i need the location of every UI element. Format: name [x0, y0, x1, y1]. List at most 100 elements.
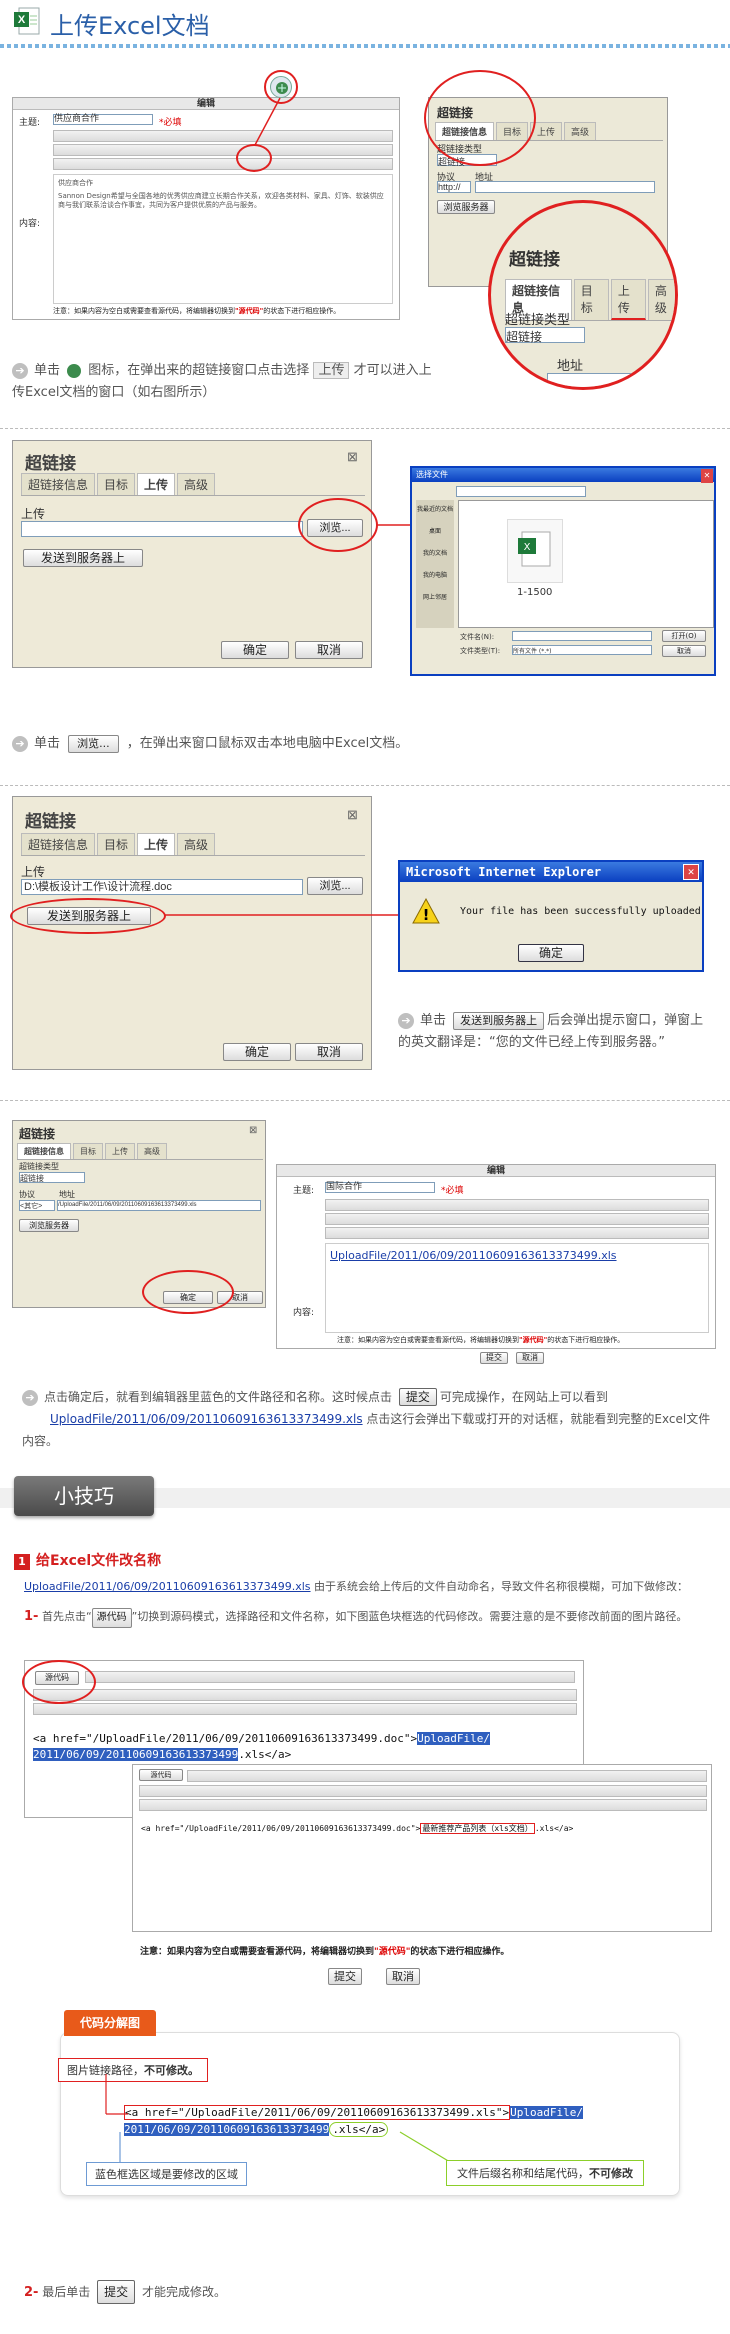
zoom-tab-target[interactable]: 目标 — [573, 279, 609, 320]
ok-button[interactable]: 确定 — [221, 641, 289, 659]
body-title: 供应商合作 — [58, 179, 93, 187]
source-button-highlight-ring — [22, 1660, 96, 1704]
tab-advanced[interactable]: 高级 — [137, 1143, 167, 1159]
step1-num: 1- — [24, 1609, 39, 1624]
tab-target[interactable]: 目标 — [97, 473, 136, 495]
editor-link[interactable]: UploadFile/2011/06/09/201106091636133734… — [330, 1249, 617, 1262]
ok-button[interactable]: 确定 — [223, 1043, 291, 1061]
intro-link[interactable]: UploadFile/2011/06/09/201106091636133734… — [24, 1580, 311, 1593]
suffix-note-text: 文件后缀名称和结尾代码， — [457, 2167, 589, 2180]
subject-label: 主题: — [293, 1186, 315, 1196]
file-name-label: 1-1500 — [517, 587, 553, 598]
editor2-submit-button[interactable]: 提交 — [328, 1968, 362, 1985]
close-icon[interactable]: ✕ — [701, 469, 713, 483]
place-documents[interactable]: 我的文档 — [416, 548, 454, 570]
tab-upload[interactable]: 上传 — [137, 833, 176, 855]
editor-cancel-button[interactable]: 取消 — [516, 1352, 544, 1364]
code-line2-b: .xls</a> — [238, 1748, 292, 1761]
content-label: 内容: — [19, 219, 41, 229]
cancel-button[interactable]: 取消 — [295, 1043, 363, 1061]
notice-code: "源代码" — [374, 1947, 411, 1957]
subject-input[interactable]: 供应商合作 — [53, 114, 153, 125]
tab-advanced[interactable]: 高级 — [177, 833, 216, 855]
code2-b: .xls</a> — [534, 1824, 574, 1833]
tab-target[interactable]: 目标 — [97, 833, 136, 855]
dialog-tabs: 超链接信息 目标 上传 高级 — [21, 833, 365, 856]
desc-submit-tag: 提交 — [398, 1388, 437, 1406]
send-to-server-button[interactable]: 发送到服务器上 — [23, 549, 143, 567]
editor2-cancel-button[interactable]: 取消 — [386, 1968, 420, 1985]
close-icon[interactable]: ⊠ — [249, 1125, 257, 1136]
zoom-link-type-select[interactable]: 超链接 — [505, 327, 585, 344]
notice-prefix: 注意：如果内容为空白或需要查看源代码，将编辑器切换到 — [140, 1947, 375, 1957]
editor-body[interactable]: UploadFile/2011/06/09/201106091636133734… — [325, 1243, 709, 1333]
tab-upload[interactable]: 上传 — [137, 473, 176, 495]
code-text: <a href="/UploadFile/2011/06/09/20110609… — [141, 1823, 707, 1834]
link-type-select[interactable]: 超链接 — [19, 1172, 85, 1183]
browse-server-button[interactable]: 浏览服务器 — [437, 200, 495, 214]
excel-file-thumb[interactable]: X — [507, 519, 563, 583]
tab-upload[interactable]: 上传 — [105, 1143, 135, 1159]
tab-target[interactable]: 目标 — [73, 1143, 103, 1159]
send-highlight-ring — [10, 898, 166, 934]
address-input[interactable]: /UploadFile/2011/06/09/20110609163613373… — [57, 1200, 261, 1211]
tab-advanced[interactable]: 高级 — [177, 473, 216, 495]
body-text: Sannon Design希望与全国各地的优秀供应商建立长期合作关系，欢迎各类材… — [58, 192, 384, 209]
browse-button[interactable]: 浏览... — [307, 877, 363, 895]
browse-server-button[interactable]: 浏览服务器 — [19, 1219, 79, 1232]
code-line2-highlight: 2011/06/09/20110609163613373499 — [33, 1748, 239, 1761]
protocol-select[interactable]: http:// — [437, 181, 471, 193]
filename-input[interactable] — [512, 631, 652, 641]
lookin-select[interactable] — [456, 486, 586, 497]
zoom-tab-advanced[interactable]: 高级 — [647, 279, 675, 320]
zoom-tab-upload[interactable]: 上传 — [610, 279, 646, 320]
protocol-label: 协议 — [19, 1190, 35, 1199]
desc-link[interactable]: UploadFile/2011/06/09/201106091636133734… — [50, 1412, 363, 1426]
file-path-input[interactable]: D:\模板设计工作\设计流程.doc — [21, 879, 303, 895]
zoom-address-label: 地址 — [557, 359, 584, 374]
required-mark: *必填 — [441, 1186, 464, 1196]
tab-info[interactable]: 超链接信息 — [21, 473, 96, 495]
file-path-input[interactable] — [21, 521, 303, 537]
subject-input[interactable]: 国际合作 — [325, 1182, 435, 1193]
close-icon[interactable]: ⊠ — [347, 449, 358, 465]
tab-advanced[interactable]: 高级 — [564, 122, 597, 140]
address-input[interactable] — [475, 181, 655, 193]
notice-prefix: 注意：如果内容为空白或需要查看源代码，将编辑器切换到 — [337, 1336, 519, 1344]
tips-banner: 小技巧 — [14, 1476, 154, 1516]
warning-icon: ! — [412, 897, 440, 924]
close-icon[interactable]: ✕ — [683, 864, 699, 880]
tab-info[interactable]: 超链接信息 — [17, 1143, 71, 1159]
protocol-select[interactable]: <其它> — [19, 1200, 55, 1211]
notice-code: "源代码" — [235, 307, 264, 315]
svg-text:X: X — [18, 14, 26, 26]
close-icon[interactable]: ⊠ — [347, 807, 358, 823]
tips-banner-label: 小技巧 — [54, 1484, 114, 1508]
browse-highlight-ring — [298, 498, 378, 552]
analysis-tab: 代码分解图 — [64, 2010, 156, 2036]
subject-label: 主题: — [19, 118, 41, 128]
zoom-address-input[interactable] — [547, 373, 675, 387]
place-computer[interactable]: 我的电脑 — [416, 570, 454, 592]
step1-description: ➔ 单击 图标，在弹出来的超链接窗口点击选择 上传 才可以进入上传Excel文档的… — [12, 360, 442, 404]
filetype-select[interactable]: 所有文件 (*.*) — [512, 645, 652, 655]
editor-submit-button[interactable]: 提交 — [480, 1352, 508, 1364]
zoom-link-type-label: 超链接类型 — [505, 313, 571, 328]
desc-1: 点击确定后，就看到编辑器里蓝色的文件路径和名称。这时候点击 — [44, 1390, 393, 1404]
place-network[interactable]: 网上邻居 — [416, 592, 454, 614]
tips-intro: UploadFile/2011/06/09/201106091636133734… — [24, 1578, 724, 1594]
file-cancel-button[interactable]: 取消 — [662, 645, 706, 657]
editor-body[interactable]: 供应商合作 Sannon Design希望与全国各地的优秀供应商建立长期合作关系… — [53, 174, 393, 304]
connector-line — [164, 914, 398, 916]
place-recent[interactable]: 我最近的文档 — [416, 504, 454, 526]
tab-info[interactable]: 超链接信息 — [21, 833, 96, 855]
dialog-tabs: 超链接信息 目标 上传 高级 — [21, 473, 365, 496]
open-button[interactable]: 打开(O) — [662, 630, 706, 642]
ie-message: Your file has been successfully uploaded — [460, 906, 701, 917]
ie-ok-button[interactable]: 确定 — [518, 944, 584, 962]
editor-toolbar — [85, 1669, 575, 1685]
source-code-button[interactable]: 源代码 — [139, 1769, 183, 1781]
arrow-circle-icon: ➔ — [398, 1012, 414, 1029]
place-desktop[interactable]: 桌面 — [416, 526, 454, 548]
cancel-button[interactable]: 取消 — [295, 641, 363, 659]
